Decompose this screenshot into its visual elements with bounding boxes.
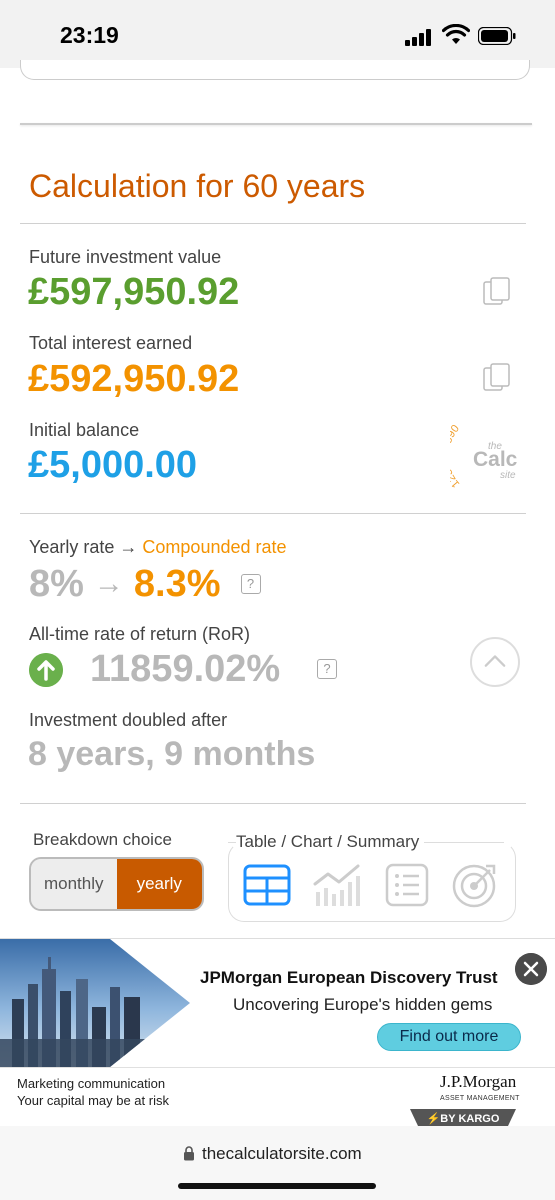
rate-values: 8% → 8.3% ? bbox=[29, 562, 261, 606]
find-out-more-button[interactable]: Find out more bbox=[377, 1023, 521, 1051]
divider bbox=[20, 513, 526, 514]
future-value-amount: £597,950.92 bbox=[28, 271, 240, 313]
panel-border bbox=[228, 842, 236, 843]
ad-divider bbox=[0, 1067, 555, 1068]
breakdown-toggle: monthly yearly bbox=[29, 857, 204, 911]
ad-disclaimer-2: Your capital may be at risk bbox=[17, 1093, 169, 1108]
ror-help-icon[interactable]: ? bbox=[317, 659, 337, 679]
status-bar: 23:19 bbox=[0, 0, 555, 68]
initial-balance-label: Initial balance bbox=[29, 420, 140, 440]
battery-icon bbox=[478, 27, 516, 45]
ad-disclaimer-1: Marketing communication bbox=[17, 1076, 166, 1091]
yearly-rate-label: Yearly rate bbox=[29, 537, 115, 557]
copy-future-value-icon[interactable] bbox=[482, 276, 512, 306]
ad-title[interactable]: JPMorgan European Discovery Trust bbox=[200, 968, 498, 988]
wifi-icon bbox=[442, 24, 470, 44]
calculation-title: Calculation for 60 years bbox=[29, 168, 366, 204]
logo-site: site bbox=[500, 470, 516, 481]
monthly-option[interactable]: monthly bbox=[31, 859, 117, 909]
rate-label-arrow: → bbox=[119, 537, 138, 557]
arrow-up-icon bbox=[29, 653, 63, 687]
chart-view-icon[interactable] bbox=[312, 862, 362, 908]
breakdown-label: Breakdown choice bbox=[33, 830, 172, 849]
yearly-rate-value: 8% bbox=[29, 562, 84, 605]
rate-help-icon[interactable]: ? bbox=[240, 574, 261, 594]
compounded-rate-value: 8.3% bbox=[133, 562, 221, 605]
city-skyline-image bbox=[0, 939, 190, 1067]
doubled-value: 8 years, 9 months bbox=[28, 735, 316, 773]
summary-view-icon[interactable] bbox=[382, 862, 432, 908]
initial-balance-amount: £5,000.00 bbox=[28, 444, 198, 486]
divider bbox=[20, 803, 526, 804]
ror-value: 11859.02% bbox=[90, 648, 281, 690]
lock-icon bbox=[184, 1146, 194, 1161]
future-value-label: Future investment value bbox=[29, 247, 222, 267]
rate-labels: Yearly rate → Compounded rate bbox=[29, 537, 287, 558]
divider bbox=[20, 223, 526, 224]
target-view-icon[interactable] bbox=[450, 862, 500, 908]
the-calc-site-logo: 1234567890 the Calc site bbox=[450, 423, 518, 490]
yearly-option[interactable]: yearly bbox=[116, 859, 202, 909]
ror-label: All-time rate of return (RoR) bbox=[29, 624, 251, 644]
view-selector-label: Table / Chart / Summary bbox=[236, 832, 420, 851]
copy-interest-icon[interactable] bbox=[482, 362, 512, 392]
browser-url-bar[interactable]: thecalculatorsite.com bbox=[0, 1126, 555, 1200]
table-view-icon[interactable] bbox=[242, 862, 292, 908]
logo-calc: Calc bbox=[473, 448, 518, 471]
status-time: 23:19 bbox=[60, 22, 119, 48]
kargo-badge[interactable]: ⚡BY KARGO bbox=[410, 1109, 516, 1127]
logo-digits: 1234567890 bbox=[450, 423, 462, 490]
ad-subtitle: Uncovering Europe's hidden gems bbox=[233, 995, 493, 1014]
doubled-label: Investment doubled after bbox=[29, 710, 228, 730]
interest-amount: £592,950.92 bbox=[28, 358, 240, 400]
panel-border bbox=[424, 842, 504, 843]
svg-text:1234567890: 1234567890 bbox=[450, 423, 462, 490]
close-ad-icon[interactable] bbox=[515, 953, 547, 985]
jpmorgan-logo-sub: ASSET MANAGEMENT bbox=[440, 1095, 520, 1102]
interest-label: Total interest earned bbox=[29, 333, 193, 353]
advertisement[interactable]: JPMorgan European Discovery Trust Uncove… bbox=[0, 938, 555, 1127]
jpmorgan-logo: J.P.Morgan bbox=[440, 1072, 517, 1091]
scroll-up-button[interactable] bbox=[470, 637, 520, 687]
previous-card-edge bbox=[20, 60, 530, 80]
rate-arrow: → bbox=[93, 567, 124, 600]
home-indicator[interactable] bbox=[178, 1183, 376, 1189]
compounded-rate-label: Compounded rate bbox=[142, 537, 287, 557]
section-divider bbox=[20, 123, 532, 125]
url-text[interactable]: thecalculatorsite.com bbox=[202, 1144, 362, 1164]
cellular-signal-icon bbox=[405, 28, 435, 46]
